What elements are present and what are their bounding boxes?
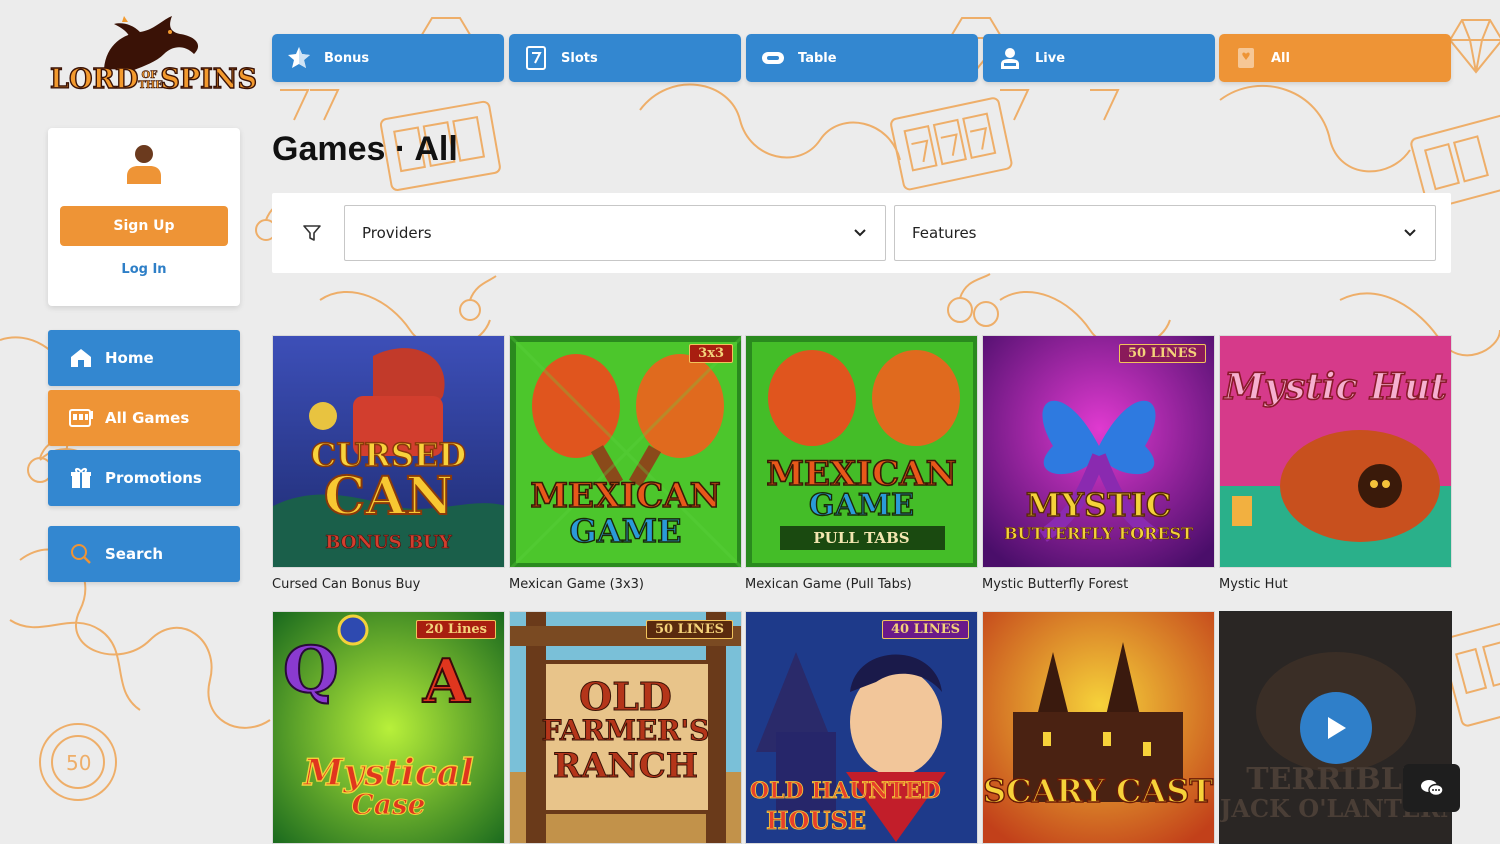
game-title[interactable]: Mystic Butterfly Forest (982, 577, 1128, 592)
game-tile-old-farmers-ranch[interactable]: 50 LINES OLD FARMER'S RANCH (509, 611, 742, 844)
tab-label: Bonus (324, 50, 370, 66)
game-tile-mystic-hut[interactable]: Mystic Hut (1219, 335, 1452, 568)
game-art-subtitle: BONUS BUY (325, 532, 452, 554)
svg-text:Q: Q (283, 633, 339, 708)
lord-of-the-spins-logo[interactable]: LORD OF THESPINS (44, 14, 258, 108)
tab-bonus[interactable]: Bonus (272, 34, 504, 82)
chat-bubbles-icon (1420, 780, 1444, 797)
game-title[interactable]: Mexican Game (Pull Tabs) (745, 577, 912, 592)
game-title[interactable]: Cursed Can Bonus Buy (272, 577, 420, 592)
log-in-link[interactable]: Log In (48, 262, 240, 277)
sign-up-button[interactable]: Sign Up (60, 206, 228, 246)
svg-text:A: A (422, 647, 471, 717)
game-badge: 50 LINES (645, 620, 733, 639)
cards-icon (1234, 46, 1258, 70)
game-art-title: MYSTIC (1025, 485, 1172, 524)
dealer-icon (998, 46, 1022, 70)
game-art-subtitle: BUTTERFLY FOREST (1003, 524, 1194, 544)
sidebar-item-label: Search (105, 545, 164, 563)
chevron-down-icon (1404, 229, 1416, 237)
slot-machine-icon (69, 406, 93, 430)
game-art-title: HOUSE (766, 806, 867, 836)
page-title: Games · All (272, 130, 458, 168)
game-badge: 3x3 (689, 344, 733, 363)
game-badge: 50 LINES (1118, 344, 1206, 363)
game-art-title: CAN (323, 465, 454, 528)
live-chat-button[interactable] (1403, 764, 1460, 812)
star-icon (287, 46, 311, 70)
features-dropdown-label: Features (912, 224, 977, 242)
game-tile-mystic-butterfly-forest[interactable]: 50 LINES MYSTIC BUTTERFLY FOREST (982, 335, 1215, 568)
game-art-title: FARMER'S (541, 714, 710, 748)
svg-text:50: 50 (66, 751, 91, 775)
sidebar-item-home[interactable]: Home (48, 330, 240, 386)
game-tile-cursed-can-bonus-buy[interactable]: CURSED CAN BONUS BUY (272, 335, 505, 568)
filter-bar: Providers Features (272, 193, 1451, 273)
game-art-title: GAME (569, 511, 682, 550)
providers-dropdown-label: Providers (362, 224, 432, 242)
tab-label: Slots (561, 50, 598, 66)
game-art-subtitle: PULL TABS (813, 529, 910, 547)
game-art-title: GAME (808, 487, 914, 523)
logo-wordmark: LORD OF THESPINS (49, 63, 257, 95)
game-badge: 40 LINES (881, 620, 969, 639)
gift-icon (69, 466, 93, 490)
play-icon (1328, 717, 1346, 739)
search-icon (69, 542, 93, 566)
sidebar-item-label: All Games (105, 409, 190, 427)
sidebar-item-search[interactable]: Search (48, 526, 240, 582)
game-title[interactable]: Mystic Hut (1219, 577, 1288, 592)
sidebar-item-promotions[interactable]: Promotions (48, 450, 240, 506)
game-art-title: SCARY CASTLE (983, 771, 1214, 810)
game-art-title: MEXICAN (530, 475, 722, 517)
tab-label: Table (798, 50, 837, 66)
game-title[interactable]: Mexican Game (3x3) (509, 577, 644, 592)
user-card: Sign Up Log In (48, 128, 240, 306)
tab-table[interactable]: Table (746, 34, 978, 82)
sidebar-item-label: Home (105, 349, 154, 367)
tab-label: All (1271, 50, 1290, 66)
tab-all[interactable]: All (1219, 34, 1451, 82)
game-art-title: OLD (579, 674, 673, 720)
game-tile-mexican-game-pull-tabs[interactable]: MEXICAN GAME PULL TABS (745, 335, 978, 568)
game-tile-mystical-case[interactable]: Q A 20 Lines Mystical Case (272, 611, 505, 844)
play-video-button[interactable] (1300, 692, 1372, 764)
sidebar-item-all-games[interactable]: All Games (48, 390, 240, 446)
tab-label: Live (1035, 50, 1066, 66)
game-badge: 20 Lines (416, 620, 496, 639)
home-icon (69, 346, 93, 370)
game-tile-mexican-game-3x3[interactable]: 3x3 MEXICAN GAME (509, 335, 742, 568)
game-art-title: RANCH (553, 746, 699, 787)
sidebar-item-label: Promotions (105, 469, 202, 487)
tab-slots[interactable]: Slots (509, 34, 741, 82)
features-dropdown[interactable]: Features (894, 205, 1436, 261)
game-art-title: Case (351, 788, 426, 822)
filter-icon[interactable] (302, 223, 322, 243)
tab-live[interactable]: Live (983, 34, 1215, 82)
game-art-title: OLD HAUNTED (750, 778, 942, 805)
chevron-down-icon (854, 229, 866, 237)
casino-chip-icon (761, 46, 785, 70)
providers-dropdown[interactable]: Providers (344, 205, 886, 261)
slot-seven-icon (524, 46, 548, 70)
game-art-title: Mystic Hut (1223, 365, 1447, 409)
user-avatar-icon (127, 145, 161, 184)
game-tile-old-haunted-house[interactable]: 40 LINES OLD HAUNTED HOUSE (745, 611, 978, 844)
game-tile-scary-castle[interactable]: SCARY CASTLE (982, 611, 1215, 844)
